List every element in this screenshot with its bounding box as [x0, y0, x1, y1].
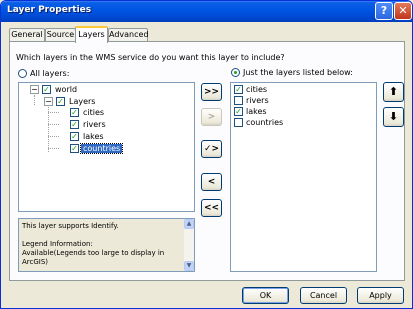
- question-text: Which layers in the WMS service do you w…: [16, 53, 285, 62]
- selected-item-countries[interactable]: countries: [246, 118, 283, 127]
- lakes-checkbox[interactable]: ✓: [70, 132, 79, 141]
- tree-item-world[interactable]: world: [55, 85, 77, 94]
- selected-item-lakes[interactable]: lakes: [246, 107, 267, 116]
- add-checked-button[interactable]: ✓>: [201, 140, 222, 158]
- tab-layers[interactable]: Layers: [75, 26, 108, 43]
- info-legend-heading: Legend Information:: [22, 240, 93, 248]
- window-title: Layer Properties: [7, 5, 92, 15]
- close-button[interactable]: ✕: [394, 2, 412, 20]
- move-up-button[interactable]: ⬆: [383, 82, 404, 102]
- selected-countries-checkbox[interactable]: [234, 118, 243, 127]
- info-text: This layer supports Identify. Legend Inf…: [22, 222, 180, 267]
- selected-rivers-checkbox[interactable]: [234, 96, 243, 105]
- all-layers-radio[interactable]: [18, 69, 27, 78]
- tree-item-layers[interactable]: Layers: [69, 97, 95, 106]
- layer-info-box[interactable]: This layer supports Identify. Legend Inf…: [18, 218, 195, 272]
- title-bar[interactable]: Layer Properties ? ✕: [1, 1, 412, 22]
- layers-group-checkbox[interactable]: ✓: [56, 97, 65, 106]
- layers-tab-panel: Which layers in the WMS service do you w…: [9, 41, 405, 281]
- selected-item-cities[interactable]: cities: [246, 85, 267, 94]
- selected-cities-checkbox[interactable]: ✓: [234, 85, 243, 94]
- tab-source[interactable]: Source: [45, 28, 76, 42]
- info-identify: This layer supports Identify.: [22, 222, 119, 230]
- tree-connector: [48, 107, 49, 152]
- all-layers-label: All layers:: [30, 69, 70, 78]
- tree-connector: [48, 136, 59, 137]
- collapse-layers-toggle[interactable]: −: [44, 97, 53, 106]
- collapse-world-toggle[interactable]: −: [30, 85, 39, 94]
- scroll-up-icon[interactable]: ▲: [184, 219, 194, 229]
- cancel-button[interactable]: Cancel: [300, 287, 347, 304]
- countries-checkbox[interactable]: ✓: [70, 144, 79, 153]
- cities-checkbox[interactable]: ✓: [70, 108, 79, 117]
- move-down-button[interactable]: ⬇: [383, 107, 404, 127]
- info-legend-note: ArcGIS): [22, 258, 49, 266]
- all-layers-tree[interactable]: − ✓ world − ✓ Layers ✓ cities ✓ rivers ✓…: [18, 82, 195, 212]
- help-button[interactable]: ?: [375, 2, 393, 20]
- selected-item-rivers[interactable]: rivers: [246, 96, 269, 105]
- tab-advanced[interactable]: Advanced: [108, 28, 149, 42]
- scroll-down-icon[interactable]: ▼: [184, 261, 194, 271]
- apply-button[interactable]: Apply: [357, 287, 404, 304]
- tree-item-cities[interactable]: cities: [83, 108, 104, 117]
- info-legend-status: Available(Legends too large to display i…: [22, 249, 165, 257]
- tab-general[interactable]: General: [9, 28, 45, 42]
- ok-button[interactable]: OK: [242, 287, 289, 304]
- tree-connector: [48, 148, 59, 149]
- tree-connector: [48, 112, 59, 113]
- tree-connector: [48, 124, 59, 125]
- tree-connector: [34, 95, 35, 105]
- remove-all-button[interactable]: <<: [201, 199, 222, 217]
- rivers-checkbox[interactable]: ✓: [70, 120, 79, 129]
- tree-item-rivers[interactable]: rivers: [83, 120, 106, 129]
- world-checkbox[interactable]: ✓: [42, 85, 51, 94]
- add-all-button[interactable]: >>: [201, 83, 222, 101]
- tree-item-countries[interactable]: countries: [79, 143, 124, 154]
- tree-item-lakes[interactable]: lakes: [83, 132, 104, 141]
- add-button[interactable]: >: [201, 108, 222, 126]
- just-listed-label: Just the layers listed below:: [243, 68, 353, 77]
- selected-layers-list[interactable]: ✓ cities rivers ✓ lakes countries: [230, 82, 377, 272]
- just-listed-radio[interactable]: [231, 68, 240, 77]
- layer-properties-dialog: Layer Properties ? ✕ General Source Laye…: [0, 0, 413, 309]
- info-scrollbar[interactable]: ▲ ▼: [184, 219, 194, 271]
- selected-lakes-checkbox[interactable]: ✓: [234, 107, 243, 116]
- remove-button[interactable]: <: [201, 173, 222, 191]
